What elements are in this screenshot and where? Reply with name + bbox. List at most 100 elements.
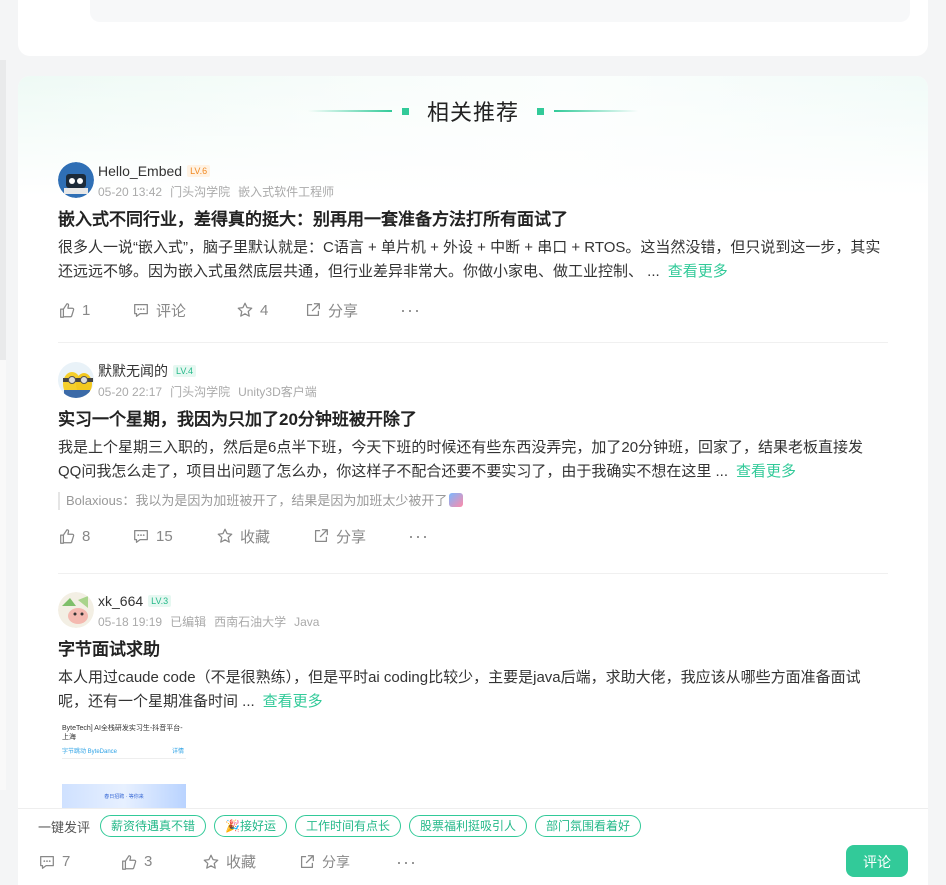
like-button[interactable]: 3 bbox=[120, 853, 202, 871]
quick-comment-chip[interactable]: 股票福利挺吸引人 bbox=[409, 815, 528, 837]
comment-button[interactable]: 15 bbox=[132, 527, 216, 545]
post-card[interactable]: Hello_Embed LV.6 05-20 13:42 门头沟学院 嵌入式软件工程… bbox=[58, 162, 888, 322]
image-banner: 春日招聘 · 等你来 bbox=[62, 784, 186, 810]
avatar[interactable] bbox=[58, 362, 94, 398]
star-button[interactable]: 收藏 bbox=[202, 851, 298, 872]
post-author: 默默无闻的 LV.4 05-20 22:17 门头沟学院 Unity3D客户端 bbox=[58, 362, 888, 402]
share-button[interactable]: 分享 bbox=[298, 852, 396, 872]
username[interactable]: xk_664 LV.3 bbox=[98, 592, 172, 610]
star-count: 4 bbox=[260, 301, 269, 319]
username[interactable]: Hello_Embed LV.6 bbox=[98, 162, 211, 180]
previous-post-card bbox=[18, 0, 928, 56]
quick-comment-label: 一键发评 bbox=[38, 819, 91, 835]
username-text[interactable]: 默默无闻的 bbox=[98, 362, 168, 380]
share-button[interactable]: 分享 bbox=[312, 526, 408, 547]
share-icon bbox=[314, 529, 328, 543]
level-badge: LV.6 bbox=[187, 165, 211, 177]
section-header: 相关推荐 bbox=[18, 94, 928, 128]
submit-comment-button[interactable]: 评论 bbox=[846, 845, 908, 877]
post-role: 嵌入式软件工程师 bbox=[238, 185, 335, 199]
post-meta: 05-18 19:19 已编辑 西南石油大学 Java bbox=[98, 614, 327, 630]
hot-comment-preview[interactable]: Bolaxious：我以为是因为加班被开了，结果是因为加班太少被开了 bbox=[58, 492, 888, 510]
image-job-title: ByteTech] AI全栈研发实习生-抖音平台-上海 bbox=[62, 725, 183, 741]
post-meta: 05-20 13:42 门头沟学院 嵌入式软件工程师 bbox=[98, 184, 342, 200]
post-time: 05-20 13:42 bbox=[98, 185, 163, 199]
previous-post-footer bbox=[90, 0, 910, 22]
left-scrollbar-track bbox=[0, 360, 6, 790]
view-more-link[interactable]: 查看更多 bbox=[263, 693, 323, 710]
post-divider bbox=[58, 573, 888, 574]
hot-comment-text: Bolaxious：我以为是因为加班被开了，结果是因为加班太少被开了 bbox=[66, 493, 448, 508]
star-button[interactable]: 收藏 bbox=[216, 526, 312, 547]
post-title[interactable]: 嵌入式不同行业，差得真的挺大：别再用一套准备方法打所有面试了 bbox=[58, 208, 888, 232]
thumb-up-icon bbox=[122, 854, 137, 870]
quick-comment-chip[interactable]: 工作时间有点长 bbox=[294, 815, 401, 837]
post-org: 门头沟学院 bbox=[170, 185, 231, 199]
comment-label: 评论 bbox=[156, 302, 187, 320]
comment-icon bbox=[134, 303, 148, 317]
share-icon bbox=[300, 854, 314, 868]
post-body[interactable]: 我是上个星期三入职的，然后是6点半下班，今天下班的时候还有些东西没弄完，加了20… bbox=[58, 436, 882, 484]
like-button[interactable]: 8 bbox=[58, 527, 132, 545]
post-org: 门头沟学院 bbox=[170, 385, 231, 399]
header-line-right bbox=[554, 110, 638, 112]
image-detail: 详情 bbox=[171, 749, 184, 755]
header-line-left bbox=[307, 110, 392, 112]
post-title[interactable]: 字节面试求助 bbox=[58, 638, 888, 662]
post-card[interactable]: xk_664 LV.3 05-18 19:19 已编辑 西南石油大学 Java 字节面… bbox=[58, 592, 888, 810]
username-text[interactable]: xk_664 bbox=[98, 592, 143, 610]
image-company: 字节跳动 ByteDance bbox=[62, 749, 118, 755]
post-image[interactable]: ByteTech] AI全栈研发实习生-抖音平台-上海 字节跳动 ByteDan… bbox=[58, 724, 186, 810]
post-author: Hello_Embed LV.6 05-20 13:42 门头沟学院 嵌入式软件工程… bbox=[58, 162, 888, 202]
star-icon bbox=[217, 528, 233, 543]
more-icon[interactable]: ··· bbox=[408, 527, 429, 545]
post-actions: 1 评论 4 分享 ··· bbox=[58, 298, 888, 322]
view-more-link[interactable]: 查看更多 bbox=[736, 463, 796, 480]
quick-comment-chip[interactable]: 🎉接好运 bbox=[214, 815, 287, 837]
left-scrollbar[interactable] bbox=[0, 60, 6, 360]
like-count: 3 bbox=[144, 853, 153, 870]
bottom-actions: 7 3 收藏 分享 ··· bbox=[38, 851, 417, 872]
edited-tag: 已编辑 bbox=[170, 615, 207, 629]
comment-bar: 一键发评 薪资待遇真不错 🎉接好运 工作时间有点长 股票福利挺吸引人 部门氛围看… bbox=[18, 808, 928, 885]
like-count: 1 bbox=[82, 301, 91, 319]
avatar[interactable] bbox=[58, 162, 94, 198]
emoji-icon bbox=[449, 493, 464, 507]
username-text[interactable]: Hello_Embed bbox=[98, 162, 182, 180]
post-title[interactable]: 实习一个星期，我因为只加了20分钟班被开除了 bbox=[58, 408, 888, 432]
image-divider bbox=[62, 758, 186, 759]
thumb-up-icon bbox=[60, 529, 75, 544]
comment-icon bbox=[40, 855, 54, 869]
avatar[interactable] bbox=[58, 592, 94, 628]
share-button[interactable]: 分享 bbox=[304, 300, 400, 321]
quick-comment-chip[interactable]: 薪资待遇真不错 bbox=[100, 815, 207, 837]
star-button[interactable]: 4 bbox=[236, 301, 304, 319]
post-time: 05-18 19:19 bbox=[98, 615, 163, 629]
post-body[interactable]: 很多人一说“嵌入式”，脑子里默认就是：C语言 + 单片机 + 外设 + 中断 +… bbox=[58, 236, 882, 284]
post-actions: 8 15 收藏 分享 ··· bbox=[58, 524, 888, 548]
comment-button[interactable]: 7 bbox=[38, 853, 120, 871]
comment-count: 15 bbox=[156, 527, 173, 545]
comment-count: 7 bbox=[62, 853, 71, 870]
like-button[interactable]: 1 bbox=[58, 301, 132, 319]
comment-button[interactable]: 评论 bbox=[132, 300, 236, 321]
post-meta: 05-20 22:17 门头沟学院 Unity3D客户端 bbox=[98, 384, 325, 400]
section-title: 相关推荐 bbox=[426, 100, 519, 125]
recommend-card: 相关推荐 Hello_Embed LV.6 05-20 13:42 门头沟学院 嵌入… bbox=[18, 76, 928, 884]
more-icon[interactable]: ··· bbox=[400, 301, 421, 319]
post-body[interactable]: 本人用过caude code（不是很熟练），但是平时ai coding比较少，主… bbox=[58, 666, 882, 714]
post-divider bbox=[58, 342, 888, 343]
post-role: Java bbox=[294, 615, 320, 629]
post-org: 西南石油大学 bbox=[214, 615, 287, 629]
post-card[interactable]: 默默无闻的 LV.4 05-20 22:17 门头沟学院 Unity3D客户端 实习… bbox=[58, 362, 888, 548]
star-icon bbox=[203, 854, 219, 869]
view-more-link[interactable]: 查看更多 bbox=[668, 263, 728, 280]
username[interactable]: 默默无闻的 LV.4 bbox=[98, 362, 197, 380]
more-icon[interactable]: ··· bbox=[396, 853, 417, 871]
level-badge: LV.3 bbox=[148, 595, 172, 607]
quick-comment-chip[interactable]: 部门氛围看着好 bbox=[535, 815, 642, 837]
share-label: 分享 bbox=[328, 302, 359, 320]
star-label: 收藏 bbox=[240, 528, 271, 546]
level-badge: LV.4 bbox=[173, 365, 197, 377]
star-icon bbox=[237, 302, 253, 317]
